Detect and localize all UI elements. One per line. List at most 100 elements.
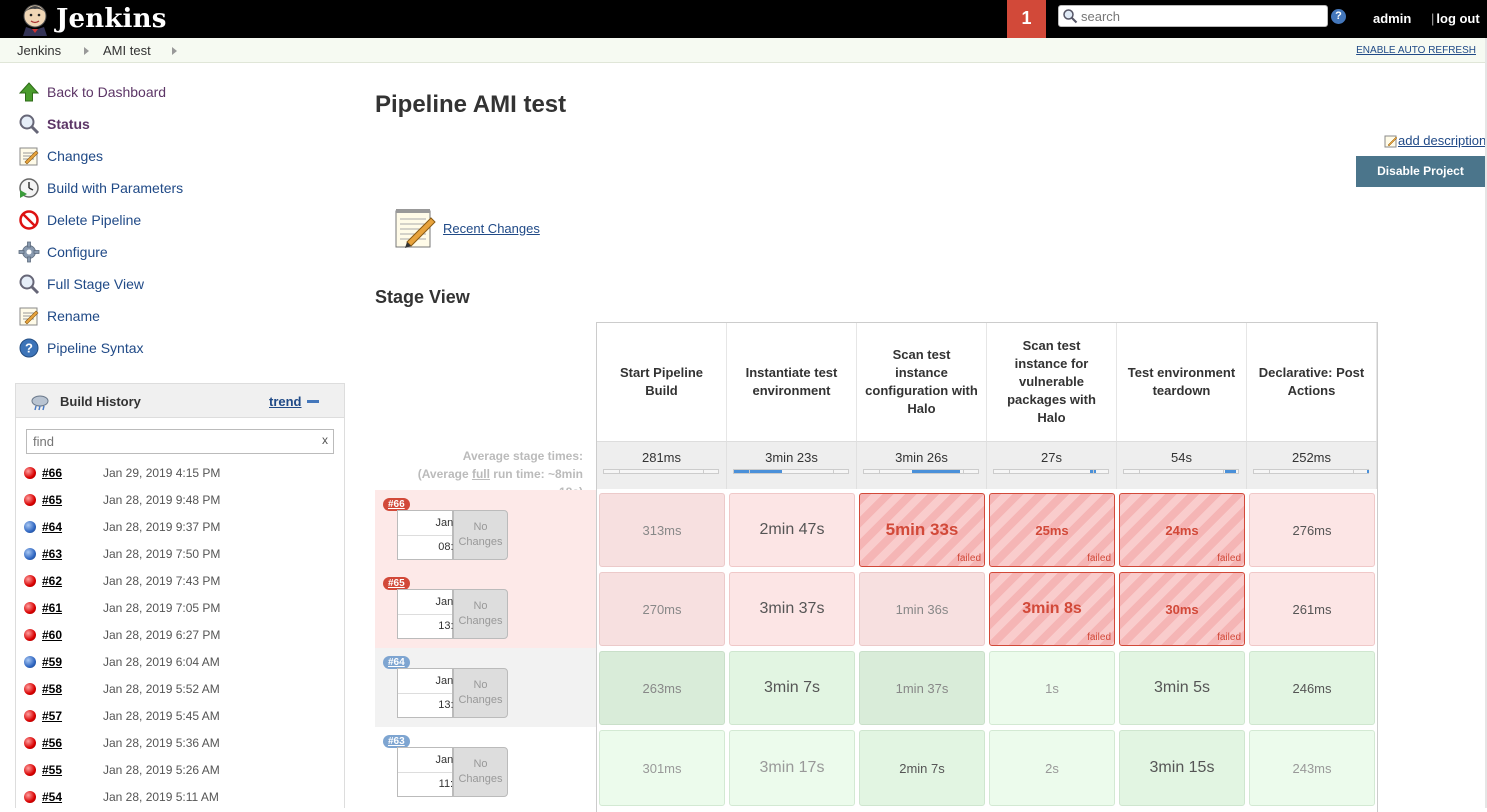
notification-badge[interactable]: 1	[1007, 0, 1046, 38]
build-history-row[interactable]: #59 Jan 28, 2019 6:04 AM	[16, 649, 344, 676]
logout-link[interactable]: | log out	[1431, 11, 1480, 26]
sidebar-item-label: Configure	[47, 244, 108, 260]
build-date-link[interactable]: Jan 28, 2019 5:52 AM	[103, 682, 220, 696]
build-history-row[interactable]: #54 Jan 28, 2019 5:11 AM	[16, 784, 344, 811]
run-changes-box[interactable]: No Changes	[453, 589, 508, 639]
stage-result-cell[interactable]: 3min 7s	[729, 651, 855, 725]
add-description-label: add description	[1398, 133, 1487, 148]
run-changes-box[interactable]: No Changes	[453, 668, 508, 718]
build-date-link[interactable]: Jan 28, 2019 6:04 AM	[103, 655, 220, 669]
build-number-link[interactable]: #62	[42, 574, 62, 588]
stage-result-cell[interactable]: 1s	[989, 651, 1115, 725]
sidebar-item-full-stage-view[interactable]: Full Stage View	[18, 272, 144, 296]
build-date-link[interactable]: Jan 28, 2019 7:05 PM	[103, 601, 220, 615]
build-number-link[interactable]: #57	[42, 709, 62, 723]
build-date-link[interactable]: Jan 29, 2019 4:15 PM	[103, 466, 220, 480]
build-history-row[interactable]: #64 Jan 28, 2019 9:37 PM	[16, 514, 344, 541]
stage-result-cell[interactable]: 3min 17s	[729, 730, 855, 806]
jenkins-logo[interactable]: Jenkins	[18, 2, 167, 36]
stage-result-cell[interactable]: 270ms	[599, 572, 725, 646]
build-history-row[interactable]: #55 Jan 28, 2019 5:26 AM	[16, 757, 344, 784]
build-history-row[interactable]: #58 Jan 28, 2019 5:52 AM	[16, 676, 344, 703]
stage-result-cell[interactable]: 261ms	[1249, 572, 1375, 646]
build-date-link[interactable]: Jan 28, 2019 5:11 AM	[103, 790, 219, 804]
stage-result-cell[interactable]: 2min 7s	[859, 730, 985, 806]
build-number-link[interactable]: #61	[42, 601, 62, 615]
full-run-link[interactable]: full	[472, 467, 490, 481]
sidebar-item-build-with-parameters[interactable]: Build with Parameters	[18, 176, 183, 200]
build-number-link[interactable]: #60	[42, 628, 62, 642]
clear-filter-button[interactable]: x	[322, 433, 328, 447]
stage-result-cell[interactable]: 3min 8s failed	[989, 572, 1115, 646]
sidebar-item-configure[interactable]: Configure	[18, 240, 108, 264]
build-number-link[interactable]: #66	[42, 466, 62, 480]
stage-result-cell[interactable]: 5min 33s failed	[859, 493, 985, 567]
build-filter-input[interactable]	[33, 434, 313, 449]
build-number-link[interactable]: #56	[42, 736, 62, 750]
stage-result-cell[interactable]: 2min 47s	[729, 493, 855, 567]
build-number-link[interactable]: #54	[42, 790, 62, 804]
build-date-link[interactable]: Jan 28, 2019 7:43 PM	[103, 574, 220, 588]
stage-result-cell[interactable]: 263ms	[599, 651, 725, 725]
build-history-row[interactable]: #63 Jan 28, 2019 7:50 PM	[16, 541, 344, 568]
build-date-link[interactable]: Jan 28, 2019 7:50 PM	[103, 547, 220, 561]
trend-link[interactable]: trend	[269, 394, 302, 409]
sidebar-item-status[interactable]: Status	[18, 112, 90, 136]
build-history-row[interactable]: #62 Jan 28, 2019 7:43 PM	[16, 568, 344, 595]
run-changes-box[interactable]: No Changes	[453, 510, 508, 560]
breadcrumb-ami-test[interactable]: AMI test	[103, 43, 151, 58]
stage-result-cell[interactable]: 1min 37s	[859, 651, 985, 725]
sidebar-item-back-to-dashboard[interactable]: Back to Dashboard	[18, 80, 166, 104]
build-history-row[interactable]: #61 Jan 28, 2019 7:05 PM	[16, 595, 344, 622]
stage-result-cell[interactable]: 276ms	[1249, 493, 1375, 567]
stage-result-cell[interactable]: 30ms failed	[1119, 572, 1245, 646]
build-date-link[interactable]: Jan 28, 2019 6:27 PM	[103, 628, 220, 642]
build-date-link[interactable]: Jan 28, 2019 9:48 PM	[103, 493, 220, 507]
user-link[interactable]: admin	[1373, 11, 1411, 26]
build-number-link[interactable]: #55	[42, 763, 62, 777]
sidebar-item-rename[interactable]: Rename	[18, 304, 100, 328]
build-number-link[interactable]: #63	[42, 547, 62, 561]
stage-result-cell[interactable]: 313ms	[599, 493, 725, 567]
build-history-row[interactable]: #65 Jan 28, 2019 9:48 PM	[16, 487, 344, 514]
sidebar-item-changes[interactable]: Changes	[18, 144, 103, 168]
add-description-link[interactable]: add description	[1384, 133, 1486, 148]
build-number-link[interactable]: #58	[42, 682, 62, 696]
build-number-link[interactable]: #64	[42, 520, 62, 534]
build-date-link[interactable]: Jan 28, 2019 9:37 PM	[103, 520, 220, 534]
build-history-row[interactable]: #56 Jan 28, 2019 5:36 AM	[16, 730, 344, 757]
disable-project-button[interactable]: Disable Project	[1356, 156, 1485, 187]
sidebar-item-delete-pipeline[interactable]: Delete Pipeline	[18, 208, 141, 232]
stage-result-cell[interactable]: 2s	[989, 730, 1115, 806]
stage-result-cell[interactable]: 24ms failed	[1119, 493, 1245, 567]
sidebar-item-pipeline-syntax[interactable]: ? Pipeline Syntax	[18, 336, 144, 360]
chevron-right-icon[interactable]	[172, 47, 177, 55]
stage-result-cell[interactable]: 301ms	[599, 730, 725, 806]
recent-changes-link[interactable]: Recent Changes	[393, 206, 540, 250]
build-number-link[interactable]: #59	[42, 655, 62, 669]
run-date-box: Jan 28 11:50	[397, 747, 469, 797]
stage-result-cell[interactable]: 25ms failed	[989, 493, 1115, 567]
stage-result-cell[interactable]: 3min 5s	[1119, 651, 1245, 725]
stage-result-cell[interactable]: 246ms	[1249, 651, 1375, 725]
build-date-link[interactable]: Jan 28, 2019 5:45 AM	[103, 709, 220, 723]
enable-auto-refresh-link[interactable]: ENABLE AUTO REFRESH	[1356, 45, 1476, 56]
build-filter-box: x	[26, 429, 334, 454]
build-number-link[interactable]: #65	[42, 493, 62, 507]
trend-icon[interactable]	[307, 400, 319, 403]
build-history-row[interactable]: #57 Jan 28, 2019 5:45 AM	[16, 703, 344, 730]
stage-result-cell[interactable]: 243ms	[1249, 730, 1375, 806]
chevron-right-icon[interactable]	[84, 47, 89, 55]
help-icon[interactable]: ?	[1331, 9, 1346, 24]
stage-result-cell[interactable]: 1min 36s	[859, 572, 985, 646]
run-changes-box[interactable]: No Changes	[453, 747, 508, 797]
build-history-row[interactable]: #66 Jan 29, 2019 4:15 PM	[16, 460, 344, 487]
build-history-row[interactable]: #60 Jan 28, 2019 6:27 PM	[16, 622, 344, 649]
stage-result-cell[interactable]: 3min 37s	[729, 572, 855, 646]
build-date-link[interactable]: Jan 28, 2019 5:36 AM	[103, 736, 220, 750]
build-date-link[interactable]: Jan 28, 2019 5:26 AM	[103, 763, 220, 777]
search-input[interactable]	[1081, 8, 1321, 24]
stage-result-cell[interactable]: 3min 15s	[1119, 730, 1245, 806]
up-arrow-icon	[18, 81, 40, 103]
breadcrumb-jenkins[interactable]: Jenkins	[17, 43, 61, 58]
